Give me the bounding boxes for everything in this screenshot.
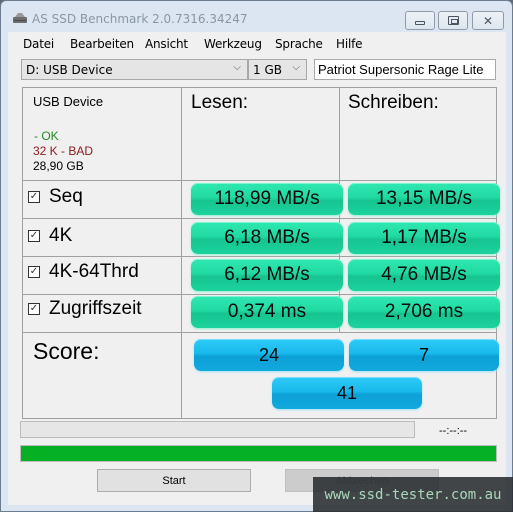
overall-progress-fill — [21, 446, 496, 461]
menu-bearbeiten[interactable]: Bearbeiten — [70, 37, 134, 51]
menu-ansicht[interactable]: Ansicht — [145, 37, 188, 51]
minimize-button[interactable] — [405, 11, 435, 30]
maximize-button[interactable] — [438, 11, 468, 30]
4k-64thrd-checkbox[interactable]: ✓ — [28, 266, 40, 278]
test-4k: ✓ 4K — [28, 225, 72, 247]
start-button[interactable]: Start — [97, 469, 251, 492]
test-access-time: ✓ Zugriffszeit — [28, 298, 142, 320]
4k-checkbox[interactable]: ✓ — [28, 230, 40, 242]
chevron-down-icon: ⌵ — [292, 62, 300, 73]
write-header: Schreiben: — [348, 92, 439, 113]
alignment-ok-status: - OK — [34, 129, 59, 143]
close-button[interactable]: ✕ — [472, 11, 504, 30]
seq-checkbox[interactable]: ✓ — [28, 191, 40, 203]
seq-write-result: 13,15 MB/s — [348, 183, 500, 215]
test-label: 4K-64Thrd — [49, 261, 139, 282]
menu-sprache[interactable]: Sprache — [275, 37, 323, 51]
device-label: USB Device — [33, 94, 104, 109]
access-time-read-result: 0,374 ms — [191, 296, 343, 328]
menu-hilfe[interactable]: Hilfe — [336, 37, 363, 51]
read-header: Lesen: — [191, 92, 249, 113]
score-label: Score: — [33, 338, 100, 364]
4k-read-result: 6,18 MB/s — [191, 222, 343, 254]
alignment-bad-status: 32 K - BAD — [33, 144, 94, 158]
access-time-checkbox[interactable]: ✓ — [28, 303, 40, 315]
close-icon: ✕ — [482, 13, 494, 28]
overall-progress-bar — [20, 445, 497, 462]
divider — [23, 180, 496, 181]
divider — [23, 294, 496, 295]
test-label: 4K — [49, 225, 73, 246]
results-grid: USB Device - OK 32 K - BAD 28,90 GB Lese… — [22, 87, 500, 419]
test-label: Seq — [49, 186, 83, 207]
app-window: AS SSD Benchmark 2.0.7316.34247 ✕ Datei … — [0, 0, 513, 512]
seq-read-result: 118,99 MB/s — [191, 183, 343, 215]
4k-64thrd-write-result: 4,76 MB/s — [348, 259, 500, 291]
test-seq: ✓ Seq — [28, 186, 83, 208]
test-4k-64thrd: ✓ 4K-64Thrd — [28, 261, 139, 283]
4k-write-result: 1,17 MB/s — [348, 222, 500, 254]
size-select[interactable]: 1 GB ⌵ — [248, 59, 307, 80]
time-remaining: --:--:-- — [439, 425, 468, 437]
drive-icon — [13, 13, 27, 23]
chevron-down-icon: ⌵ — [233, 62, 241, 73]
title-bar[interactable]: AS SSD Benchmark 2.0.7316.34247 ✕ — [1, 1, 512, 33]
menu-werkzeug[interactable]: Werkzeug — [204, 37, 262, 51]
score-write: 7 — [349, 339, 499, 371]
device-name-field[interactable]: Patriot Supersonic Rage Lite — [314, 59, 496, 80]
test-label: Zugriffszeit — [49, 298, 142, 319]
maximize-icon — [447, 16, 459, 25]
client-area: Datei Bearbeiten Ansicht Werkzeug Sprach… — [8, 32, 506, 505]
divider — [23, 256, 496, 257]
divider — [23, 332, 496, 333]
score-total: 41 — [272, 377, 422, 409]
4k-64thrd-read-result: 6,12 MB/s — [191, 259, 343, 291]
current-progress-bar — [20, 421, 415, 438]
drive-select[interactable]: D: USB Device ⌵ — [21, 59, 248, 80]
watermark: www.ssd-tester.com.au — [313, 477, 513, 512]
score-read: 24 — [194, 339, 344, 371]
divider — [181, 88, 182, 418]
capacity-label: 28,90 GB — [33, 159, 84, 173]
menu-bar: Datei Bearbeiten Ansicht Werkzeug Sprach… — [8, 32, 506, 54]
size-select-value: 1 GB — [253, 63, 282, 77]
menu-datei[interactable]: Datei — [23, 37, 54, 51]
minimize-icon — [415, 20, 425, 25]
drive-select-value: D: USB Device — [26, 63, 113, 77]
divider — [23, 218, 496, 219]
window-title: AS SSD Benchmark 2.0.7316.34247 — [32, 12, 248, 26]
access-time-write-result: 2,706 ms — [348, 296, 500, 328]
